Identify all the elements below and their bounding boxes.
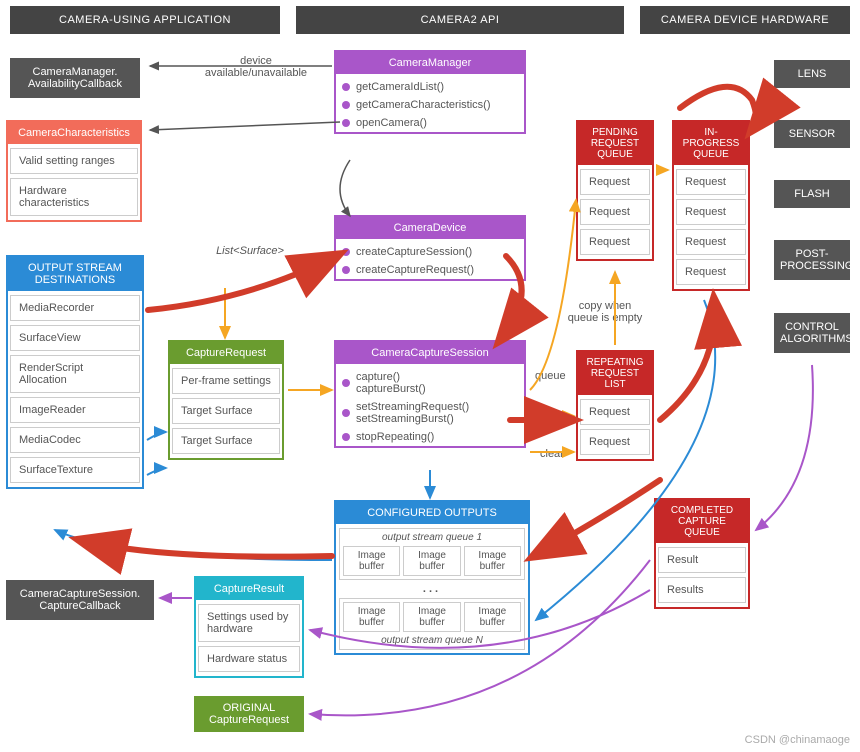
camera-manager-frame: CameraManager getCameraIdList() getCamer… — [334, 50, 526, 134]
image-buffer: Image buffer — [403, 546, 460, 576]
repeating-list-frame: REPEATING REQUEST LIST Request Request — [576, 350, 654, 461]
method-label: createCaptureSession() — [356, 246, 472, 258]
req-item: Target Surface — [172, 428, 280, 454]
char-item: Valid setting ranges — [10, 148, 138, 174]
pending-queue-frame: PENDING REQUEST QUEUE Request Request Re… — [576, 120, 654, 261]
method-label: stopRepeating() — [356, 431, 434, 443]
dot-icon — [342, 83, 350, 91]
ellipsis: ... — [336, 583, 528, 595]
inprogress-queue-frame: IN-PROGRESS QUEUE Request Request Reques… — [672, 120, 750, 291]
result-item: Result — [658, 547, 746, 573]
device-avail-label: device available/unavailable — [196, 55, 316, 79]
copy-empty-label: copy when queue is empty — [560, 300, 650, 324]
repeating-list-title: REPEATING REQUEST LIST — [578, 352, 652, 395]
queue-label: queue — [535, 370, 566, 382]
hw-flash: FLASH — [774, 180, 850, 208]
col-header-api: CAMERA2 API — [296, 6, 624, 34]
camera-manager-title: CameraManager — [336, 52, 524, 74]
completed-queue-title: COMPLETED CAPTURE QUEUE — [656, 500, 748, 543]
method: createCaptureSession() — [336, 243, 524, 261]
dest-item: SurfaceView — [10, 325, 140, 351]
image-buffer: Image buffer — [464, 546, 521, 576]
camera-device-frame: CameraDevice createCaptureSession() crea… — [334, 215, 526, 281]
stream-queue-n: output stream queue N — [343, 635, 521, 646]
method-label: getCameraIdList() — [356, 81, 444, 93]
req-item: Request — [676, 229, 746, 255]
image-buffer: Image buffer — [464, 602, 521, 632]
capture-callback: CameraCaptureSession. CaptureCallback — [6, 580, 154, 620]
dot-icon — [342, 119, 350, 127]
output-dest-frame: OUTPUT STREAM DESTINATIONS MediaRecorder… — [6, 255, 144, 489]
list-surface-label: List<Surface> — [200, 245, 300, 257]
capture-result-frame: CaptureResult Settings used by hardware … — [194, 576, 304, 678]
configured-outputs-frame: CONFIGURED OUTPUTS output stream queue 1… — [334, 500, 530, 655]
result-item: Settings used by hardware — [198, 604, 300, 642]
method: setStreamingRequest() setStreamingBurst(… — [336, 398, 524, 428]
camera-device-title: CameraDevice — [336, 217, 524, 239]
req-item: Request — [580, 169, 650, 195]
hw-post: POST- PROCESSING — [774, 240, 850, 280]
dest-item: RenderScript Allocation — [10, 355, 140, 393]
method: createCaptureRequest() — [336, 261, 524, 279]
output-dest-title: OUTPUT STREAM DESTINATIONS — [8, 257, 142, 291]
hw-sensor: SENSOR — [774, 120, 850, 148]
hw-control: CONTROL ALGORITHMS — [774, 313, 850, 353]
req-item: Target Surface — [172, 398, 280, 424]
image-buffer: Image buffer — [403, 602, 460, 632]
dot-icon — [342, 266, 350, 274]
camera-characteristics-title: CameraCharacteristics — [8, 122, 140, 144]
capture-session-frame: CameraCaptureSession capture() captureBu… — [334, 340, 526, 448]
char-item: Hardware characteristics — [10, 178, 138, 216]
image-buffer: Image buffer — [343, 602, 400, 632]
method-label: createCaptureRequest() — [356, 264, 474, 276]
clear-label: clear — [540, 448, 564, 460]
original-request: ORIGINAL CaptureRequest — [194, 696, 304, 732]
completed-queue-frame: COMPLETED CAPTURE QUEUE Result Results — [654, 498, 750, 609]
dest-item: MediaCodec — [10, 427, 140, 453]
method: getCameraCharacteristics() — [336, 96, 524, 114]
method: openCamera() — [336, 114, 524, 132]
req-item: Request — [676, 199, 746, 225]
result-item: Results — [658, 577, 746, 603]
pending-queue-title: PENDING REQUEST QUEUE — [578, 122, 652, 165]
hw-lens: LENS — [774, 60, 850, 88]
result-item: Hardware status — [198, 646, 300, 672]
method-label: getCameraCharacteristics() — [356, 99, 490, 111]
stream-queue-1: output stream queue 1 — [343, 532, 521, 543]
req-item: Request — [676, 169, 746, 195]
method: stopRepeating() — [336, 428, 524, 446]
set-label: set — [546, 412, 561, 424]
configured-outputs-title: CONFIGURED OUTPUTS — [336, 502, 528, 524]
method: capture() captureBurst() — [336, 368, 524, 398]
method: getCameraIdList() — [336, 78, 524, 96]
image-buffer: Image buffer — [343, 546, 400, 576]
capture-result-title: CaptureResult — [196, 578, 302, 600]
inprogress-queue-title: IN-PROGRESS QUEUE — [674, 122, 748, 165]
col-header-hw: CAMERA DEVICE HARDWARE — [640, 6, 850, 34]
watermark: CSDN @chinamaoge — [745, 734, 850, 746]
capture-request-title: CaptureRequest — [170, 342, 282, 364]
capture-session-title: CameraCaptureSession — [336, 342, 524, 364]
req-item: Request — [580, 199, 650, 225]
method-label: setStreamingRequest() setStreamingBurst(… — [356, 401, 469, 425]
dot-icon — [342, 409, 350, 417]
dest-item: ImageReader — [10, 397, 140, 423]
req-item: Request — [676, 259, 746, 285]
method-label: openCamera() — [356, 117, 427, 129]
dest-item: SurfaceTexture — [10, 457, 140, 483]
availability-callback: CameraManager. AvailabilityCallback — [10, 58, 140, 98]
dot-icon — [342, 248, 350, 256]
req-item: Per-frame settings — [172, 368, 280, 394]
camera-characteristics-frame: CameraCharacteristics Valid setting rang… — [6, 120, 142, 222]
col-header-app: CAMERA-USING APPLICATION — [10, 6, 280, 34]
dest-item: MediaRecorder — [10, 295, 140, 321]
req-item: Request — [580, 229, 650, 255]
req-item: Request — [580, 429, 650, 455]
dot-icon — [342, 379, 350, 387]
method-label: capture() captureBurst() — [356, 371, 426, 395]
dot-icon — [342, 101, 350, 109]
capture-request-frame: CaptureRequest Per-frame settings Target… — [168, 340, 284, 460]
req-item: Request — [580, 399, 650, 425]
dot-icon — [342, 433, 350, 441]
